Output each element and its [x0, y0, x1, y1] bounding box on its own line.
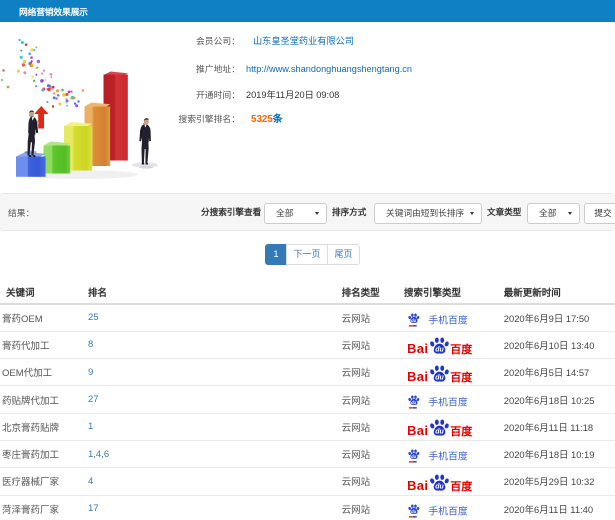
svg-text:百度: 百度 — [450, 370, 473, 384]
svg-text:百度: 百度 — [450, 479, 473, 493]
svg-text:手机百度: 手机百度 — [428, 395, 468, 408]
svg-text:du: du — [411, 400, 417, 405]
svg-text:百度: 百度 — [450, 342, 473, 356]
svg-text:du: du — [435, 347, 444, 354]
svg-text:Bai: Bai — [408, 341, 428, 356]
svg-text:Bai: Bai — [408, 423, 428, 438]
svg-text:du: du — [411, 318, 417, 323]
svg-text:du: du — [435, 484, 444, 491]
svg-text:手机百度: 手机百度 — [428, 313, 468, 326]
svg-text:du: du — [411, 454, 417, 459]
svg-text:手机百度: 手机百度 — [428, 504, 468, 517]
svg-text:du: du — [411, 509, 417, 514]
svg-text:du: du — [435, 374, 444, 381]
svg-text:百度: 百度 — [450, 424, 473, 438]
svg-text:Bai: Bai — [408, 369, 428, 384]
svg-text:Bai: Bai — [408, 478, 428, 493]
svg-text:手机百度: 手机百度 — [428, 450, 468, 463]
svg-text:du: du — [435, 429, 444, 436]
